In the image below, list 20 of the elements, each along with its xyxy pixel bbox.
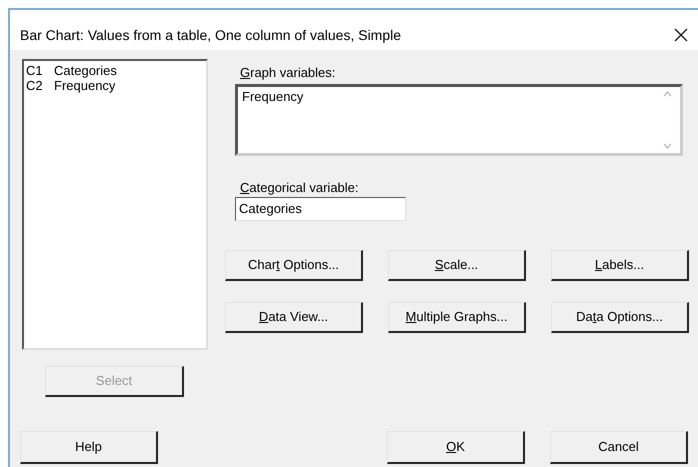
scroll-down-icon[interactable] [663, 142, 672, 148]
option-button[interactable]: Chart Options... [225, 250, 363, 281]
option-button[interactable]: Labels... [551, 250, 689, 281]
graph-variables-field[interactable]: Frequency [235, 84, 683, 156]
option-button[interactable]: Multiple Graphs... [388, 302, 526, 333]
field-label: Graph variables: [240, 64, 336, 82]
dialog-button[interactable]: Cancel [550, 431, 688, 464]
field-label: Categorical variable: [240, 178, 360, 197]
close-icon[interactable] [674, 28, 688, 42]
option-button[interactable]: Data Options... [551, 302, 689, 333]
window-title: Bar Chart: Values from a table, One column of values, Simple [20, 26, 402, 45]
option-button[interactable]: Data View... [225, 302, 363, 333]
dialog-button[interactable]: OK [387, 431, 525, 464]
variables-list[interactable]: C1 Categories C2 Frequency [22, 59, 208, 350]
list-item[interactable]: C1 Categories [26, 63, 206, 78]
categorical-variable-field[interactable]: Categories [235, 197, 406, 221]
scroll-up-icon[interactable] [663, 90, 672, 96]
option-button[interactable]: Scale... [388, 250, 526, 281]
dialog-button[interactable]: Help [20, 431, 158, 464]
list-item[interactable]: C2 Frequency [26, 78, 206, 93]
